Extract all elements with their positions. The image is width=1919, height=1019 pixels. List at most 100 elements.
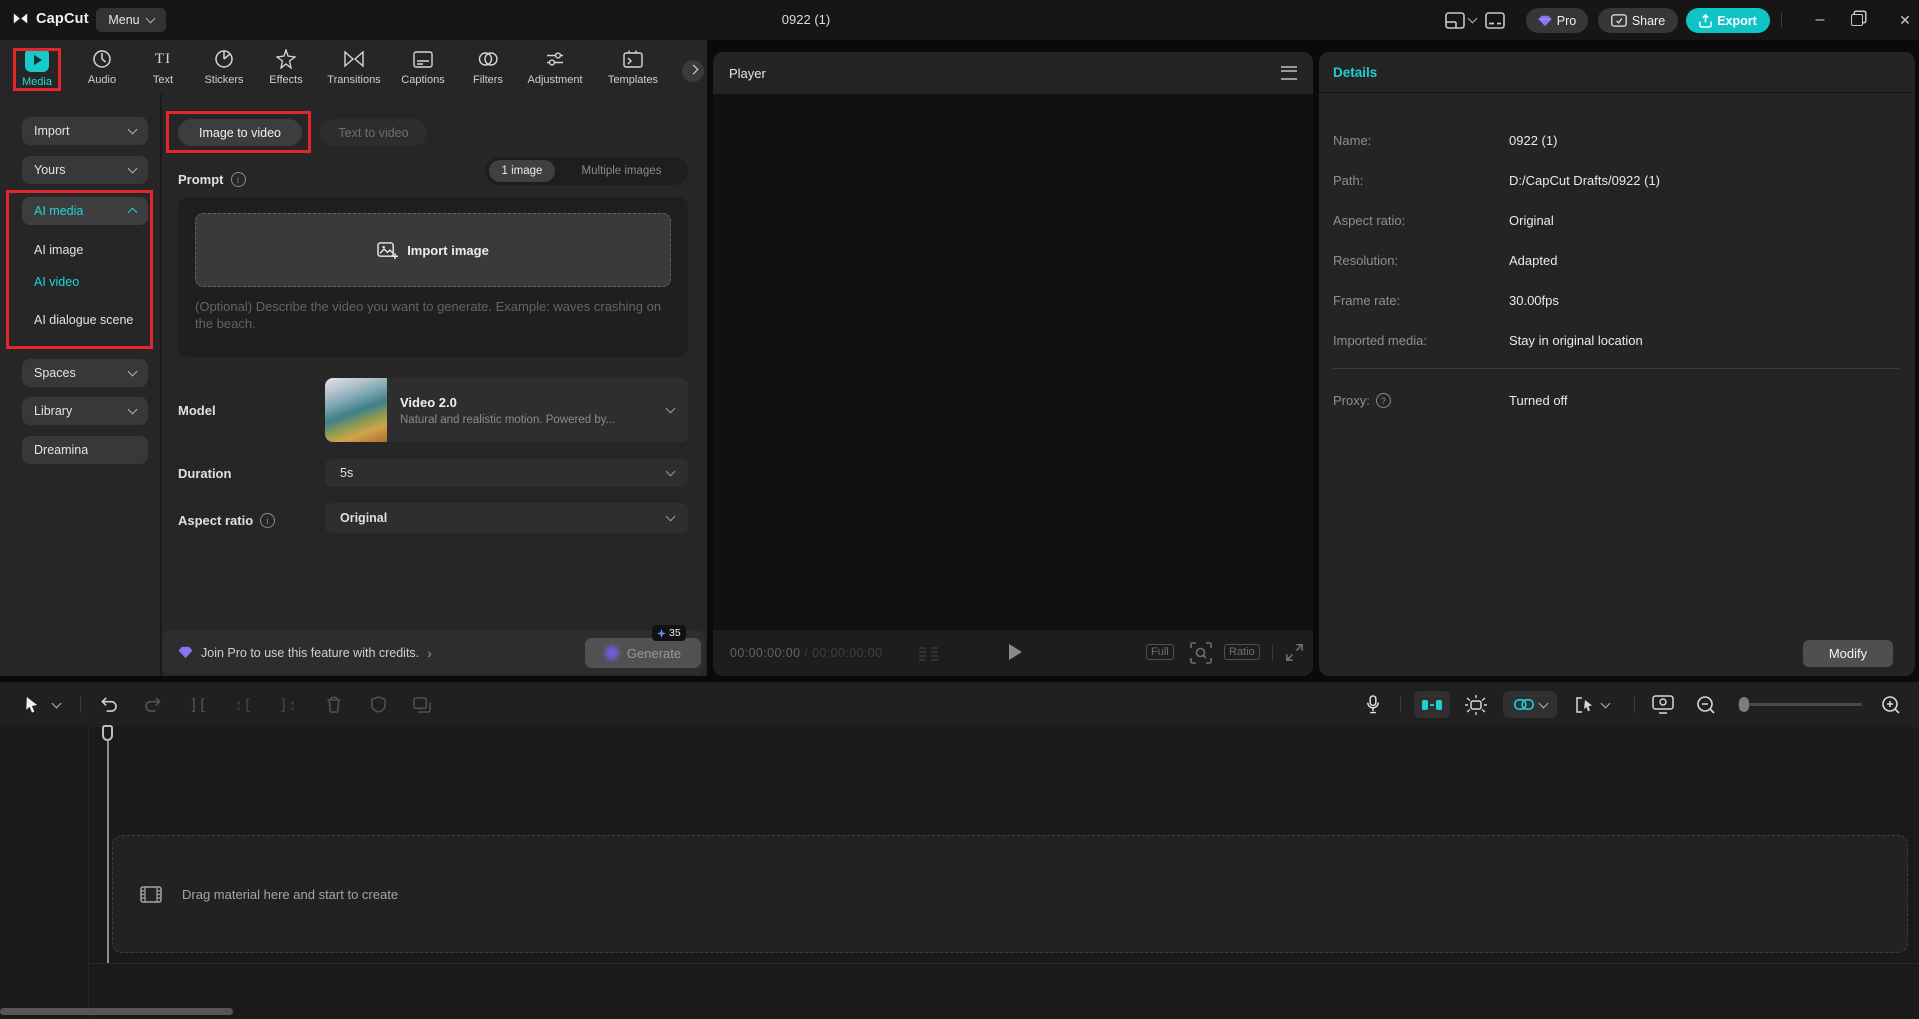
sidebar-item-ai-video[interactable]: AI video — [34, 273, 79, 291]
model-select[interactable]: Video 2.0 Natural and realistic motion. … — [325, 378, 688, 442]
mask-button[interactable] — [364, 682, 392, 727]
share-button[interactable]: Share — [1598, 8, 1678, 33]
full-toggle[interactable]: Full — [1146, 644, 1174, 660]
generate-button[interactable]: Generate — [585, 638, 701, 668]
fullscreen-icon[interactable] — [1284, 642, 1305, 663]
model-label: Model — [178, 403, 216, 418]
zoom-out-button[interactable] — [1692, 682, 1720, 727]
prompt-container: Import image (Optional) Describe the vid… — [178, 197, 688, 357]
help-icon[interactable]: ? — [1376, 393, 1391, 408]
sidebar-item-ai-dialogue-scene[interactable]: AI dialogue scene — [34, 311, 133, 329]
tab-templates[interactable]: Templates — [600, 48, 666, 92]
details-panel: Details Name:0922 (1) Path:D:/CapCut Dra… — [1319, 52, 1915, 676]
modify-button[interactable]: Modify — [1803, 640, 1893, 667]
tab-stickers[interactable]: Stickers — [191, 48, 257, 92]
model-description: Natural and realistic motion. Powered by… — [400, 414, 615, 426]
preview-axis-button[interactable] — [1648, 682, 1678, 727]
templates-icon — [623, 48, 643, 70]
diamond-icon — [1538, 15, 1552, 27]
delete-button[interactable] — [320, 682, 348, 727]
tab-text[interactable]: TI Text — [130, 48, 196, 92]
workspace-layout-icon[interactable] — [1445, 12, 1476, 29]
prompt-label-row: Prompt i — [178, 172, 246, 187]
redo-button[interactable] — [139, 682, 167, 727]
tab-adjustment[interactable]: Adjustment — [522, 48, 588, 92]
panel-adjust-icon[interactable] — [1485, 12, 1505, 29]
one-image-option[interactable]: 1 image — [489, 160, 555, 182]
tab-transitions[interactable]: Transitions — [321, 48, 387, 92]
tab-captions[interactable]: Captions — [390, 48, 456, 92]
info-icon[interactable]: i — [260, 513, 275, 528]
split-clip-button[interactable]: ][ — [184, 682, 212, 727]
tab-media[interactable]: Media — [4, 48, 70, 92]
chevron-right-icon[interactable]: › — [427, 645, 432, 661]
auto-split-button[interactable] — [1461, 682, 1491, 727]
chevron-down-icon — [145, 14, 155, 24]
timeline-zoom-slider[interactable] — [1738, 703, 1862, 706]
sidebar-item-import[interactable]: Import — [22, 117, 148, 145]
select-tool[interactable] — [18, 682, 44, 727]
duration-select[interactable]: 5s — [325, 459, 688, 487]
sidebar-item-dreamina[interactable]: Dreamina — [22, 436, 148, 464]
text-to-video-tab[interactable]: Text to video — [320, 119, 427, 146]
sidebar-item-ai-image[interactable]: AI image — [34, 241, 83, 259]
toolbar-divider — [1634, 696, 1635, 713]
playhead-handle[interactable] — [102, 725, 113, 741]
sidebar-divider — [160, 94, 162, 676]
timeline-zoom-handle[interactable] — [1739, 697, 1749, 712]
info-icon[interactable]: i — [231, 172, 246, 187]
prompt-label: Prompt — [178, 172, 224, 187]
delete-right-button[interactable]: ]: — [274, 682, 302, 727]
audio-icon — [92, 48, 112, 70]
player-preview[interactable] — [713, 95, 1313, 630]
prompt-placeholder[interactable]: (Optional) Describe the video you want t… — [195, 298, 673, 332]
image-count-switch: 1 image Multiple images — [485, 157, 688, 185]
magnetic-snap-toggle[interactable] — [1414, 691, 1450, 718]
zoom-in-button[interactable] — [1877, 682, 1905, 727]
player-panel: Player 00:00:00:00 / 00:00:00:00 Full Ra… — [713, 52, 1313, 676]
close-button[interactable]: ✕ — [1892, 8, 1918, 32]
controls-divider — [1272, 645, 1273, 660]
empty-track-dropzone[interactable]: Drag material here and start to create — [112, 835, 1908, 953]
sidebar-item-library[interactable]: Library — [22, 397, 148, 425]
maximize-button[interactable] — [1851, 14, 1863, 26]
sidebar-item-yours[interactable]: Yours — [22, 156, 148, 184]
model-thumbnail — [325, 378, 387, 442]
tab-filters[interactable]: Filters — [455, 48, 521, 92]
tab-effects[interactable]: Effects — [253, 48, 319, 92]
record-voiceover-button[interactable] — [1360, 682, 1386, 727]
chevron-down-icon — [128, 164, 138, 174]
menu-button[interactable]: Menu — [96, 8, 166, 32]
timeline-scrollbar[interactable] — [0, 1008, 233, 1015]
undo-button[interactable] — [94, 682, 122, 727]
export-button[interactable]: Export — [1686, 8, 1770, 33]
multiple-images-option[interactable]: Multiple images — [555, 165, 688, 177]
sidebar-item-spaces[interactable]: Spaces — [22, 359, 148, 387]
auto-select-tool[interactable] — [1566, 682, 1618, 727]
player-title: Player — [729, 66, 766, 81]
app-logo: CapCut — [12, 10, 89, 27]
ratio-toggle[interactable]: Ratio — [1224, 644, 1260, 660]
tab-audio[interactable]: Audio — [69, 48, 135, 92]
player-menu-icon[interactable] — [1281, 66, 1297, 80]
media-icon — [25, 48, 49, 72]
link-clips-toggle[interactable] — [1503, 691, 1557, 718]
play-button[interactable] — [1009, 644, 1022, 660]
image-to-video-tab[interactable]: Image to video — [178, 119, 302, 146]
chevron-down-icon — [1538, 698, 1548, 708]
pro-badge[interactable]: Pro — [1526, 8, 1588, 33]
track-separator-line — [88, 963, 1919, 964]
select-tool-dropdown[interactable] — [48, 682, 64, 727]
tabs-scroll-right-button[interactable] — [682, 60, 704, 82]
import-image-dropzone[interactable]: Import image — [195, 213, 671, 287]
sidebar-item-ai-media[interactable]: AI media — [22, 197, 148, 225]
delete-left-button[interactable]: :[ — [229, 682, 257, 727]
join-pro-text[interactable]: Join Pro to use this feature with credit… — [201, 646, 419, 660]
overlay-button[interactable] — [408, 682, 436, 727]
minimize-button[interactable]: – — [1807, 8, 1833, 32]
aspect-ratio-select[interactable]: Original — [325, 503, 688, 533]
generate-spark-icon — [605, 646, 619, 660]
preview-zoom-icon[interactable] — [1190, 642, 1212, 664]
details-title: Details — [1333, 65, 1377, 80]
pro-diamond-icon — [178, 646, 193, 659]
